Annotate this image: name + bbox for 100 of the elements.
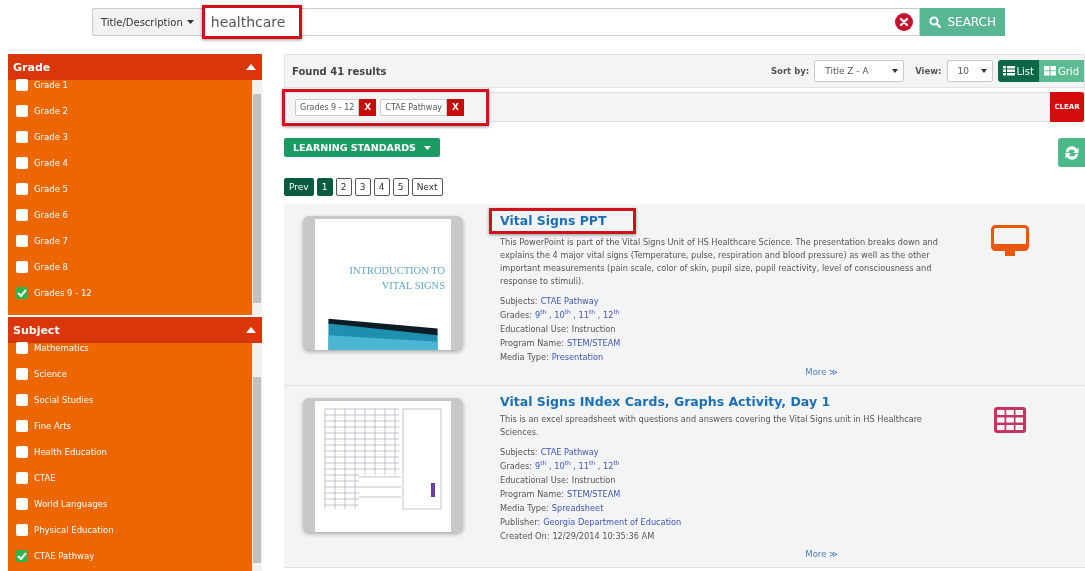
filter-option[interactable]: Physical Education [16,517,252,543]
filter-option[interactable]: Grades 9 - 12 [16,280,252,306]
result-title-link[interactable]: Vital Signs PPT [489,208,636,234]
checkbox[interactable] [16,394,28,406]
scrollbar[interactable] [252,343,262,571]
checkbox[interactable] [16,550,28,562]
meta-label: Educational Use: [500,474,569,487]
checkbox[interactable] [16,498,28,510]
more-link[interactable]: More ≫ [805,549,838,559]
monitor-icon [991,225,1029,257]
caret-icon [980,69,987,73]
checkbox[interactable] [16,287,28,299]
remove-filter-button[interactable]: X [359,98,377,116]
meta-label: Subjects: [500,295,538,308]
meta-link[interactable]: 9$^{th}$ , 10$^{th}$ , 11$^{th}$ , 12$^{th}$ [535,459,620,473]
meta-link[interactable]: STEM/STEAM [567,336,621,350]
meta-label: Created On: [500,530,550,543]
meta-value: Instruction [571,323,616,336]
grid-icon [1044,66,1056,76]
results-count: Found 41 results [292,65,387,77]
filter-option[interactable]: Science [16,361,252,387]
previous-page-button[interactable]: Prev [284,178,314,196]
filter-option[interactable]: CTAE Pathway [16,543,252,569]
filter-option[interactable]: Grade 3 [16,124,252,150]
search-icon [929,16,942,28]
checkbox[interactable] [16,183,28,195]
view-mode-tab[interactable]: List [997,60,1039,82]
meta-label: Grades: [500,460,532,473]
checkbox[interactable] [16,157,28,169]
meta-label: Media Type: [500,351,549,364]
page-button[interactable]: 4 [373,178,390,196]
sort-label: Sort by: [770,66,810,76]
spreadsheet-thumbnail[interactable] [315,401,451,532]
filter-option[interactable]: Grade 4 [16,150,252,176]
caret-icon [892,69,899,73]
meta-label: Publisher: [500,516,541,529]
view-count-dropdown[interactable]: 10 [946,60,993,82]
slide-title-text: VITAL SIGNS [380,279,445,293]
result-description: This PowerPoint is part of the Vital Signs Unit of HS Healthcare Science. The presentation breaks down and explains the 4 major vital signs (Temperature, pulse, respiration and blood pressure) as well as the other important measurements (pain scale, color of skin, pupil size, pupil reactivity, level of consciousness and response to stimuli). [500,236,939,288]
page-button[interactable]: 2 [335,178,352,196]
meta-link[interactable]: CTAE Pathway [540,445,599,459]
checkbox[interactable] [16,79,28,91]
meta-link[interactable]: STEM/STEAM [567,487,621,501]
checkbox[interactable] [16,209,28,221]
meta-label: Grades: [500,309,532,322]
list-icon [1002,66,1015,76]
checkbox[interactable] [16,472,28,484]
filter-option[interactable]: Social Studies [16,387,252,413]
checkbox[interactable] [16,131,28,143]
page-button[interactable]: 3 [354,178,371,196]
meta-label: Educational Use: [500,323,569,336]
checkbox[interactable] [16,342,28,354]
filter-option[interactable]: Grade 6 [16,202,252,228]
filter-option[interactable]: World Languages [16,491,252,517]
meta-link[interactable]: Spreadsheet [551,501,604,515]
filter-header[interactable]: Grade [8,54,262,80]
filter-option[interactable]: CTAE [16,465,252,491]
search-button[interactable]: SEARCH [920,8,1005,36]
meta-link[interactable]: 9$^{th}$ , 10$^{th}$ , 11$^{th}$ , 12$^{th}$ [535,308,620,322]
meta-link[interactable]: Georgia Department of Education [543,515,682,529]
meta-label: Program Name: [500,337,565,350]
meta-label: Program Name: [500,488,565,501]
meta-link[interactable]: CTAE Pathway [540,294,599,308]
meta-value: 12/29/2014 10:35:36 AM [552,530,655,543]
filter-tag: Grades 9 - 12 [295,98,360,116]
filter-option[interactable]: Grade 7 [16,228,252,254]
slide-title-text: INTRODUCTION TO [348,264,445,278]
checkbox[interactable] [16,261,28,273]
more-link[interactable]: More ≫ [805,367,838,377]
meta-value: Instruction [571,474,616,487]
meta-label: Subjects: [500,446,538,459]
sort-dropdown[interactable]: Title Z - A [814,60,905,82]
caret-icon [423,145,431,150]
checkbox[interactable] [16,420,28,432]
filter-tag: CTAE Pathway [380,98,448,116]
refresh-button[interactable] [1058,138,1085,167]
result-description: This is an excel spreadsheet with questions and answers covering the Vital Signs unit in HS Healthcare Sciences. [500,413,923,439]
filter-option[interactable]: Grade 8 [16,254,252,280]
checkbox[interactable] [16,524,28,536]
meta-label: Media Type: [500,502,549,515]
view-label: View: [915,66,942,76]
result-title-link[interactable]: Vital Signs INdex Cards, Graphs Activity, Day 1 [492,392,839,411]
filter-header[interactable]: Subject [8,317,262,343]
scrollbar[interactable] [252,80,262,315]
filter-option[interactable]: Grade 5 [16,176,252,202]
filter-option[interactable]: Health Education [16,439,252,465]
filter-option[interactable]: Grade 2 [16,98,252,124]
page-button[interactable]: 1 [316,178,333,196]
page-button[interactable]: 5 [392,178,409,196]
checkbox[interactable] [16,105,28,117]
next-page-button[interactable]: Next [411,178,443,196]
remove-filter-button[interactable]: X [447,98,465,116]
slide-thumbnail[interactable]: INTRODUCTION TO VITAL SIGNS [315,219,451,350]
checkbox[interactable] [16,368,28,380]
meta-link[interactable]: Presentation [551,350,604,364]
table-icon [994,407,1026,433]
learning-standards-button[interactable]: LEARNING STANDARDS [284,138,440,157]
checkbox[interactable] [16,235,28,247]
checkbox[interactable] [16,446,28,458]
filter-option[interactable]: Fine Arts [16,413,252,439]
